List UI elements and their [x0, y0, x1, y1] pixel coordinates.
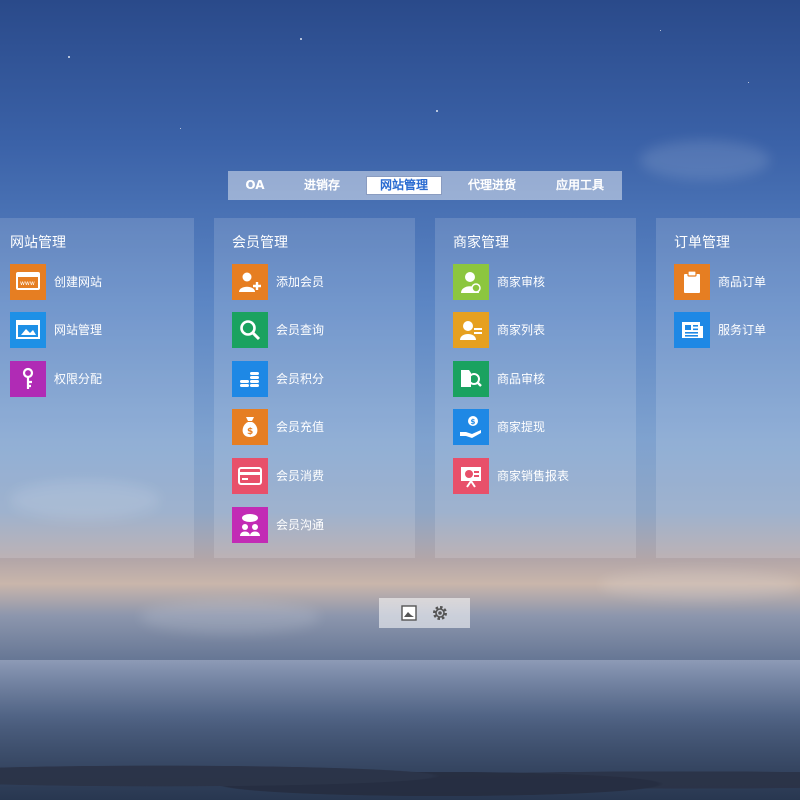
panel-website-management: 网站管理 www 创建网站 网站管理 权限分配: [0, 218, 194, 558]
merchant-withdraw-button[interactable]: $ 商家提现: [453, 409, 623, 445]
item-label: 会员消费: [276, 469, 325, 483]
service-order-button[interactable]: 服务订单: [674, 312, 800, 348]
item-label: 商家列表: [497, 323, 546, 337]
item-label: 商品订单: [718, 275, 767, 289]
member-search-button[interactable]: 会员查询: [232, 312, 402, 348]
tab-app-tools[interactable]: 应用工具: [548, 177, 612, 194]
website-management-button[interactable]: 网站管理: [10, 312, 180, 348]
top-nav-bar: OA 进销存 网站管理 代理进货 应用工具: [228, 171, 622, 200]
panel-title: 网站管理: [10, 235, 66, 251]
browser-window-icon: [10, 312, 46, 348]
item-label: 商家审核: [497, 275, 546, 289]
tab-agent-purchase[interactable]: 代理进货: [460, 177, 524, 194]
item-label: 会员沟通: [276, 518, 325, 532]
user-verify-icon: [453, 264, 489, 300]
product-order-button[interactable]: 商品订单: [674, 264, 800, 300]
tab-inventory[interactable]: 进销存: [296, 177, 348, 194]
panel-order-management: 订单管理 商品订单 服务订单: [656, 218, 800, 558]
create-website-button[interactable]: www 创建网站: [10, 264, 180, 300]
coins-stack-icon: [232, 361, 268, 397]
item-label: 权限分配: [54, 372, 103, 386]
hand-money-icon: $: [453, 409, 489, 445]
panel-member-management: 会员管理 添加会员 会员查询 会员积分 $ 会员充值 会员消费 会员沟通: [214, 218, 415, 558]
bottom-toolbar: [379, 598, 470, 628]
wallpaper-icon[interactable]: [400, 604, 418, 622]
item-label: 添加会员: [276, 275, 325, 289]
item-label: 网站管理: [54, 323, 103, 337]
member-points-button[interactable]: 会员积分: [232, 361, 402, 397]
chat-people-icon: [232, 507, 268, 543]
member-consumption-button[interactable]: 会员消费: [232, 458, 402, 494]
newspaper-icon: [674, 312, 710, 348]
add-member-button[interactable]: 添加会员: [232, 264, 402, 300]
panel-merchant-management: 商家管理 商家审核 商家列表 商品审核 $ 商家提现 商家销售报表: [435, 218, 636, 558]
svg-text:$: $: [471, 418, 476, 426]
panel-title: 会员管理: [232, 235, 288, 251]
permission-assign-button[interactable]: 权限分配: [10, 361, 180, 397]
item-label: 会员充值: [276, 420, 325, 434]
member-recharge-button[interactable]: $ 会员充值: [232, 409, 402, 445]
report-board-icon: [453, 458, 489, 494]
merchant-list-button[interactable]: 商家列表: [453, 312, 623, 348]
user-card-icon: [453, 312, 489, 348]
svg-text:www: www: [20, 280, 35, 287]
add-user-icon: [232, 264, 268, 300]
member-communication-button[interactable]: 会员沟通: [232, 507, 402, 543]
item-label: 会员查询: [276, 323, 325, 337]
tab-website-management[interactable]: 网站管理: [366, 176, 442, 195]
money-bag-icon: $: [232, 409, 268, 445]
gear-icon[interactable]: [431, 604, 449, 622]
item-label: 会员积分: [276, 372, 325, 386]
clipboard-icon: [674, 264, 710, 300]
merchant-sales-report-button[interactable]: 商家销售报表: [453, 458, 623, 494]
key-icon: [10, 361, 46, 397]
product-review-button[interactable]: 商品审核: [453, 361, 623, 397]
panel-title: 商家管理: [453, 235, 509, 251]
tab-oa[interactable]: OA: [240, 177, 270, 194]
merchant-review-button[interactable]: 商家审核: [453, 264, 623, 300]
credit-card-icon: [232, 458, 268, 494]
product-search-icon: [453, 361, 489, 397]
item-label: 服务订单: [718, 323, 767, 337]
panel-title: 订单管理: [674, 235, 730, 251]
item-label: 商品审核: [497, 372, 546, 386]
item-label: 创建网站: [54, 275, 103, 289]
item-label: 商家提现: [497, 420, 546, 434]
item-label: 商家销售报表: [497, 469, 570, 483]
search-icon: [232, 312, 268, 348]
svg-text:$: $: [247, 427, 253, 437]
www-browser-icon: www: [10, 264, 46, 300]
